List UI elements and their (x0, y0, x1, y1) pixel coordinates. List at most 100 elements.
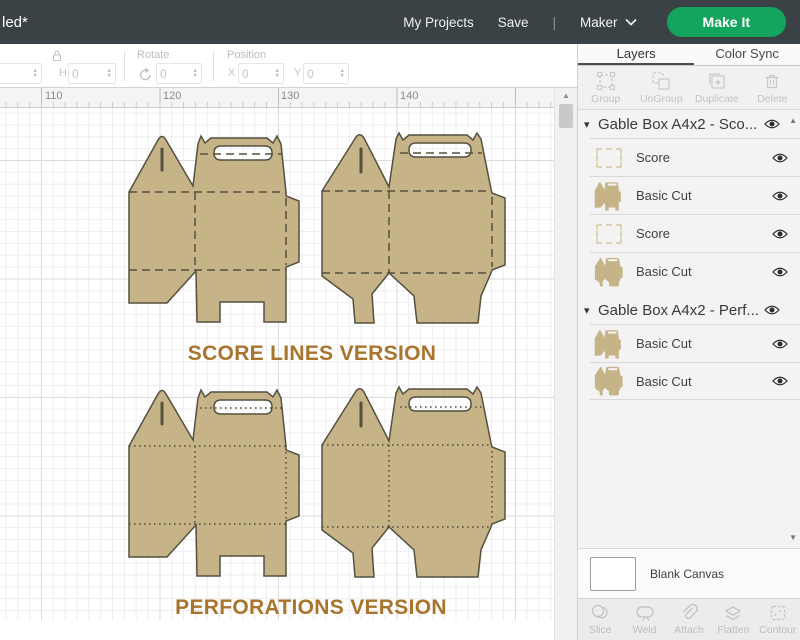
canvas-color-swatch[interactable] (590, 557, 636, 591)
duplicate-button[interactable]: Duplicate (689, 66, 745, 109)
canvas-vertical-scrollbar[interactable] (554, 88, 577, 640)
slice-icon (590, 603, 610, 623)
layer-row-cut-3[interactable]: Basic Cut (590, 324, 800, 362)
duplicate-label: Duplicate (695, 93, 739, 105)
gable-box-perf-left[interactable] (129, 390, 299, 576)
layer-actions: Group UnGroup Duplicate (578, 66, 800, 110)
layer-label: Basic Cut (636, 188, 772, 203)
layer-label: Score (636, 150, 772, 165)
visibility-eye-icon[interactable] (772, 229, 790, 239)
top-bar: led* My Projects Save | Maker Make It (0, 0, 800, 44)
contour-label: Contour (759, 624, 796, 636)
list-scroll-down-icon[interactable] (789, 533, 797, 542)
layers-panel: Layers Color Sync Group (577, 44, 800, 640)
my-projects-link[interactable]: My Projects (403, 15, 474, 30)
attach-button[interactable]: Attach (667, 599, 711, 640)
panel-tabs: Layers Color Sync (578, 44, 800, 66)
canvas-background-row: Blank Canvas (578, 548, 800, 598)
cut-thumbnail (590, 257, 628, 287)
ruler-mark: 140 (400, 90, 418, 102)
ruler-mark: 110 (45, 90, 63, 102)
contour-button[interactable]: Contour (756, 599, 800, 640)
chevron-down-icon (625, 18, 637, 26)
group-title: Gable Box A4x2 - Sco... (598, 116, 764, 133)
cut-thumbnail (590, 366, 628, 396)
score-version-caption[interactable]: SCORE LINES VERSION (188, 342, 436, 365)
cut-thumbnail (590, 329, 628, 359)
layer-row-score-2[interactable]: Score (590, 214, 800, 252)
tab-color-sync[interactable]: Color Sync (694, 44, 800, 65)
gable-box-perf-right[interactable] (322, 387, 505, 577)
group-label: Group (591, 93, 620, 105)
visibility-eye-icon[interactable] (772, 339, 790, 349)
flatten-button[interactable]: Flatten (711, 599, 755, 640)
horizontal-ruler: 110 120 130 140 (0, 88, 554, 108)
delete-label: Delete (757, 93, 787, 105)
canvas-artwork: SCORE LINES VERSION (0, 108, 554, 620)
visibility-eye-icon[interactable] (772, 153, 790, 163)
layer-label: Score (636, 226, 772, 241)
weld-label: Weld (633, 624, 657, 636)
layer-group-score[interactable]: Gable Box A4x2 - Sco... (578, 110, 800, 138)
list-scroll-up-icon[interactable] (789, 116, 797, 125)
machine-select-label: Maker (580, 15, 618, 30)
visibility-eye-icon[interactable] (772, 376, 790, 386)
design-canvas[interactable]: SCORE LINES VERSION (0, 108, 554, 620)
layer-list: Gable Box A4x2 - Sco... Score Basic Cut (578, 110, 800, 548)
layer-label: Basic Cut (636, 264, 772, 279)
score-thumbnail (590, 148, 628, 168)
flatten-icon (723, 603, 743, 623)
scrollbar-thumb[interactable] (559, 104, 573, 128)
weld-icon (635, 603, 655, 623)
layer-group-perforations[interactable]: Gable Box A4x2 - Perf... (578, 296, 800, 324)
machine-select[interactable]: Maker (580, 15, 637, 30)
visibility-eye-icon[interactable] (764, 119, 782, 129)
canvas-area: 110 120 130 140 (0, 88, 577, 640)
ungroup-label: UnGroup (640, 93, 683, 105)
cut-thumbnail (590, 181, 628, 211)
perforations-version-caption[interactable]: PERFORATIONS VERSION (175, 596, 447, 619)
nav-divider: | (553, 15, 557, 30)
group-icon (596, 71, 616, 91)
tab-layers[interactable]: Layers (578, 44, 694, 65)
score-thumbnail (590, 224, 628, 244)
attach-icon (679, 603, 699, 623)
collapse-caret-icon[interactable] (584, 118, 598, 131)
ruler-ticks (0, 102, 554, 107)
delete-button[interactable]: Delete (745, 66, 800, 109)
weld-button[interactable]: Weld (622, 599, 666, 640)
cricut-design-space-window: led* My Projects Save | Maker Make It 0 … (0, 0, 800, 640)
layer-label: Basic Cut (636, 336, 772, 351)
group-title: Gable Box A4x2 - Perf... (598, 302, 764, 319)
slice-button[interactable]: Slice (578, 599, 622, 640)
attach-label: Attach (674, 624, 704, 636)
boolean-toolbar: Slice Weld Attach (578, 598, 800, 640)
visibility-eye-icon[interactable] (772, 191, 790, 201)
save-link[interactable]: Save (498, 15, 529, 30)
scroll-up-icon[interactable] (555, 91, 577, 100)
ungroup-button[interactable]: UnGroup (634, 66, 690, 109)
flatten-label: Flatten (717, 624, 749, 636)
ruler-mark: 120 (163, 90, 181, 102)
ungroup-icon (651, 71, 671, 91)
contour-icon (768, 603, 788, 623)
ruler-mark: 130 (281, 90, 299, 102)
blank-canvas-label: Blank Canvas (650, 567, 724, 581)
layer-row-cut-1[interactable]: Basic Cut (590, 176, 800, 214)
top-nav: My Projects Save | Maker Make It (403, 7, 786, 37)
layer-row-score-1[interactable]: Score (590, 138, 800, 176)
group-button[interactable]: Group (578, 66, 634, 109)
visibility-eye-icon[interactable] (772, 267, 790, 277)
layer-row-cut-2[interactable]: Basic Cut (590, 252, 800, 290)
duplicate-icon (707, 71, 727, 91)
layer-row-cut-4[interactable]: Basic Cut (590, 362, 800, 400)
layer-label: Basic Cut (636, 374, 772, 389)
gable-box-score-right[interactable] (322, 133, 505, 323)
visibility-eye-icon[interactable] (764, 305, 782, 315)
project-title: led* (2, 14, 28, 31)
delete-icon (762, 71, 782, 91)
gable-box-score-left[interactable] (129, 136, 299, 322)
slice-label: Slice (589, 624, 612, 636)
collapse-caret-icon[interactable] (584, 304, 598, 317)
make-it-button[interactable]: Make It (667, 7, 786, 37)
